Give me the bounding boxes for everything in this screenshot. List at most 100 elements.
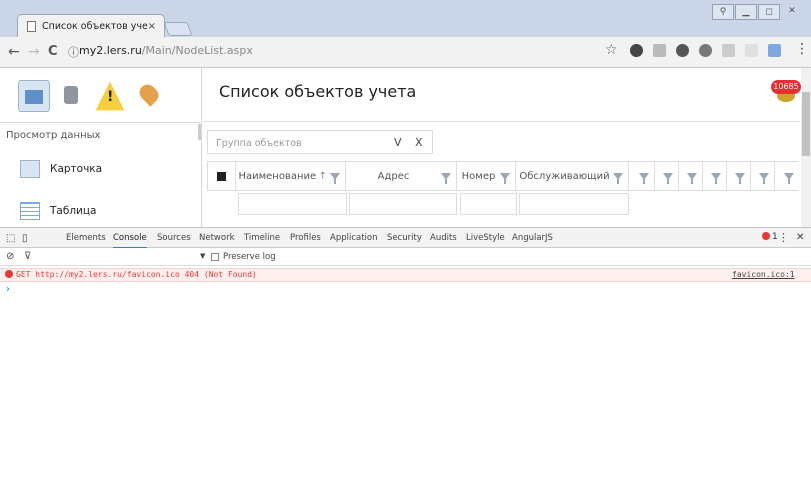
tab-network[interactable]: Network [199,233,235,243]
devtools-menu-button[interactable]: ⋮ [778,231,789,244]
console-error-row: GET http://my2.lers.ru/favicon.ico 404 (… [0,268,811,282]
name-filter-input[interactable] [238,193,347,215]
devtools-panel: ⬚ ▯ Elements Console Sources Network Tim… [0,227,811,504]
bookmark-star-icon[interactable]: ☆ [605,42,618,58]
filter-funnel-icon[interactable] [330,172,340,184]
serviced-by-filter-input[interactable] [519,193,629,215]
filter-funnel-icon[interactable] [613,172,623,184]
checkbox-icon [217,171,226,181]
extension-icon-4[interactable] [699,44,712,57]
object-group-filter[interactable]: Группа объектов V X [207,130,433,154]
column-header-name[interactable]: Наименование ↑ [236,162,346,190]
splitter-handle[interactable] [198,124,201,140]
sidebar-toolbar [18,80,170,112]
filter-funnel-icon[interactable] [735,172,745,184]
column-header-address[interactable]: Адрес [346,162,457,190]
tab-elements[interactable]: Elements [66,233,106,243]
console-prompt[interactable]: › [6,284,10,295]
url-field[interactable]: my2.lers.ru/Main/NodeList.aspx [79,44,253,57]
browser-menu-button[interactable]: ⋮ [795,41,809,57]
tab-console[interactable]: Console [113,233,147,249]
maximize-button[interactable]: ◻ [758,4,780,20]
objects-grid: Наименование ↑ Адрес Номер Обслуживающий [207,161,798,227]
new-tab-button[interactable] [163,22,193,36]
back-button[interactable]: ← [8,44,20,60]
filter-clear-button[interactable]: X [415,136,423,149]
tab-security[interactable]: Security [387,233,422,243]
sidebar: Просмотр данных Карточка Таблица [0,68,202,227]
address-filter-input[interactable] [349,193,457,215]
extension-icon-6[interactable] [745,44,758,57]
user-icon[interactable]: ⚲ [712,4,734,20]
url-path: /Main/NodeList.aspx [141,44,253,57]
error-icon [5,270,13,278]
column-header-extra-5[interactable] [727,162,751,190]
preserve-log-checkbox[interactable] [211,253,219,261]
notification-badge[interactable]: 10685 [771,80,801,104]
column-header-number[interactable]: Номер [457,162,516,190]
inspect-icon[interactable]: ⬚ [6,233,15,244]
tap-icon[interactable] [56,80,88,112]
number-filter-input[interactable] [460,193,517,215]
tab-profiles[interactable]: Profiles [290,233,321,243]
column-header-extra-3[interactable] [679,162,703,190]
sidebar-item-table[interactable]: Таблица [20,202,96,220]
tab-timeline[interactable]: Timeline [244,233,280,243]
error-count-badge[interactable]: 1 [762,232,778,242]
filter-funnel-icon[interactable] [663,172,673,184]
column-header-extra-1[interactable] [629,162,655,190]
tab-application[interactable]: Application [330,233,378,243]
clear-console-icon[interactable]: ⊘ [6,251,14,262]
select-all-checkbox[interactable] [208,162,236,190]
devtools-close-button[interactable]: ✕ [796,232,804,243]
extension-icon-7[interactable] [768,44,781,57]
filter-funnel-icon[interactable] [500,172,510,184]
device-toggle-icon[interactable]: ▯ [22,233,28,244]
context-dropdown-arrow[interactable]: ▼ [200,252,205,260]
extension-icon-1[interactable] [630,44,643,57]
reload-button[interactable]: C [48,44,58,59]
map-pin-icon[interactable] [132,80,164,112]
column-header-extra-2[interactable] [655,162,679,190]
tab-close-button[interactable]: × [148,21,156,32]
site-info-icon[interactable]: ⓘ [68,44,79,60]
close-window-button[interactable]: ✕ [781,4,803,20]
badge-count: 10685 [771,80,801,94]
minimize-button[interactable]: ▁ [735,4,757,20]
column-header-serviced-by[interactable]: Обслуживающий [516,162,629,190]
column-header-extra-7[interactable] [775,162,799,190]
warning-icon[interactable] [95,81,125,111]
column-header-extra-4[interactable] [703,162,727,190]
window-controls: ⚲ ▁ ◻ ✕ [711,4,803,20]
home-icon[interactable] [18,80,50,112]
filter-placeholder: Группа объектов [216,138,302,149]
filter-funnel-icon[interactable] [687,172,697,184]
sidebar-header: Просмотр данных [6,130,101,141]
column-header-extra-6[interactable] [751,162,775,190]
tab-title: Список объектов учета [42,21,148,32]
filter-funnel-icon[interactable] [639,172,649,184]
app-content: Просмотр данных Карточка Таблица Список … [0,68,811,227]
error-source-link[interactable]: favicon.ico:1 [732,270,795,279]
sidebar-item-label: Карточка [50,163,103,175]
tab-audits[interactable]: Audits [430,233,457,243]
page-scrollbar[interactable] [801,68,811,227]
filter-dropdown-button[interactable]: V [394,136,402,149]
card-icon [20,160,40,178]
tab-livestyle[interactable]: LiveStyle [466,233,505,243]
scrollbar-thumb[interactable] [802,92,810,156]
tab-angularjs[interactable]: AngularJS [512,233,553,243]
forward-button[interactable]: → [28,44,40,60]
extension-icon-5[interactable] [722,44,735,57]
browser-tab[interactable]: Список объектов учета × [17,14,165,38]
extension-icon-2[interactable] [653,44,666,57]
filter-funnel-icon[interactable] [441,172,451,184]
tab-sources[interactable]: Sources [157,233,191,243]
sidebar-item-card[interactable]: Карточка [20,160,102,178]
extension-icon-3[interactable] [676,44,689,57]
filter-funnel-icon[interactable] [784,172,794,184]
filter-funnel-icon[interactable] [759,172,769,184]
filter-funnel-icon[interactable] [711,172,721,184]
column-label: Наименование [238,170,317,182]
console-filter-icon[interactable]: ⊽ [24,251,31,262]
